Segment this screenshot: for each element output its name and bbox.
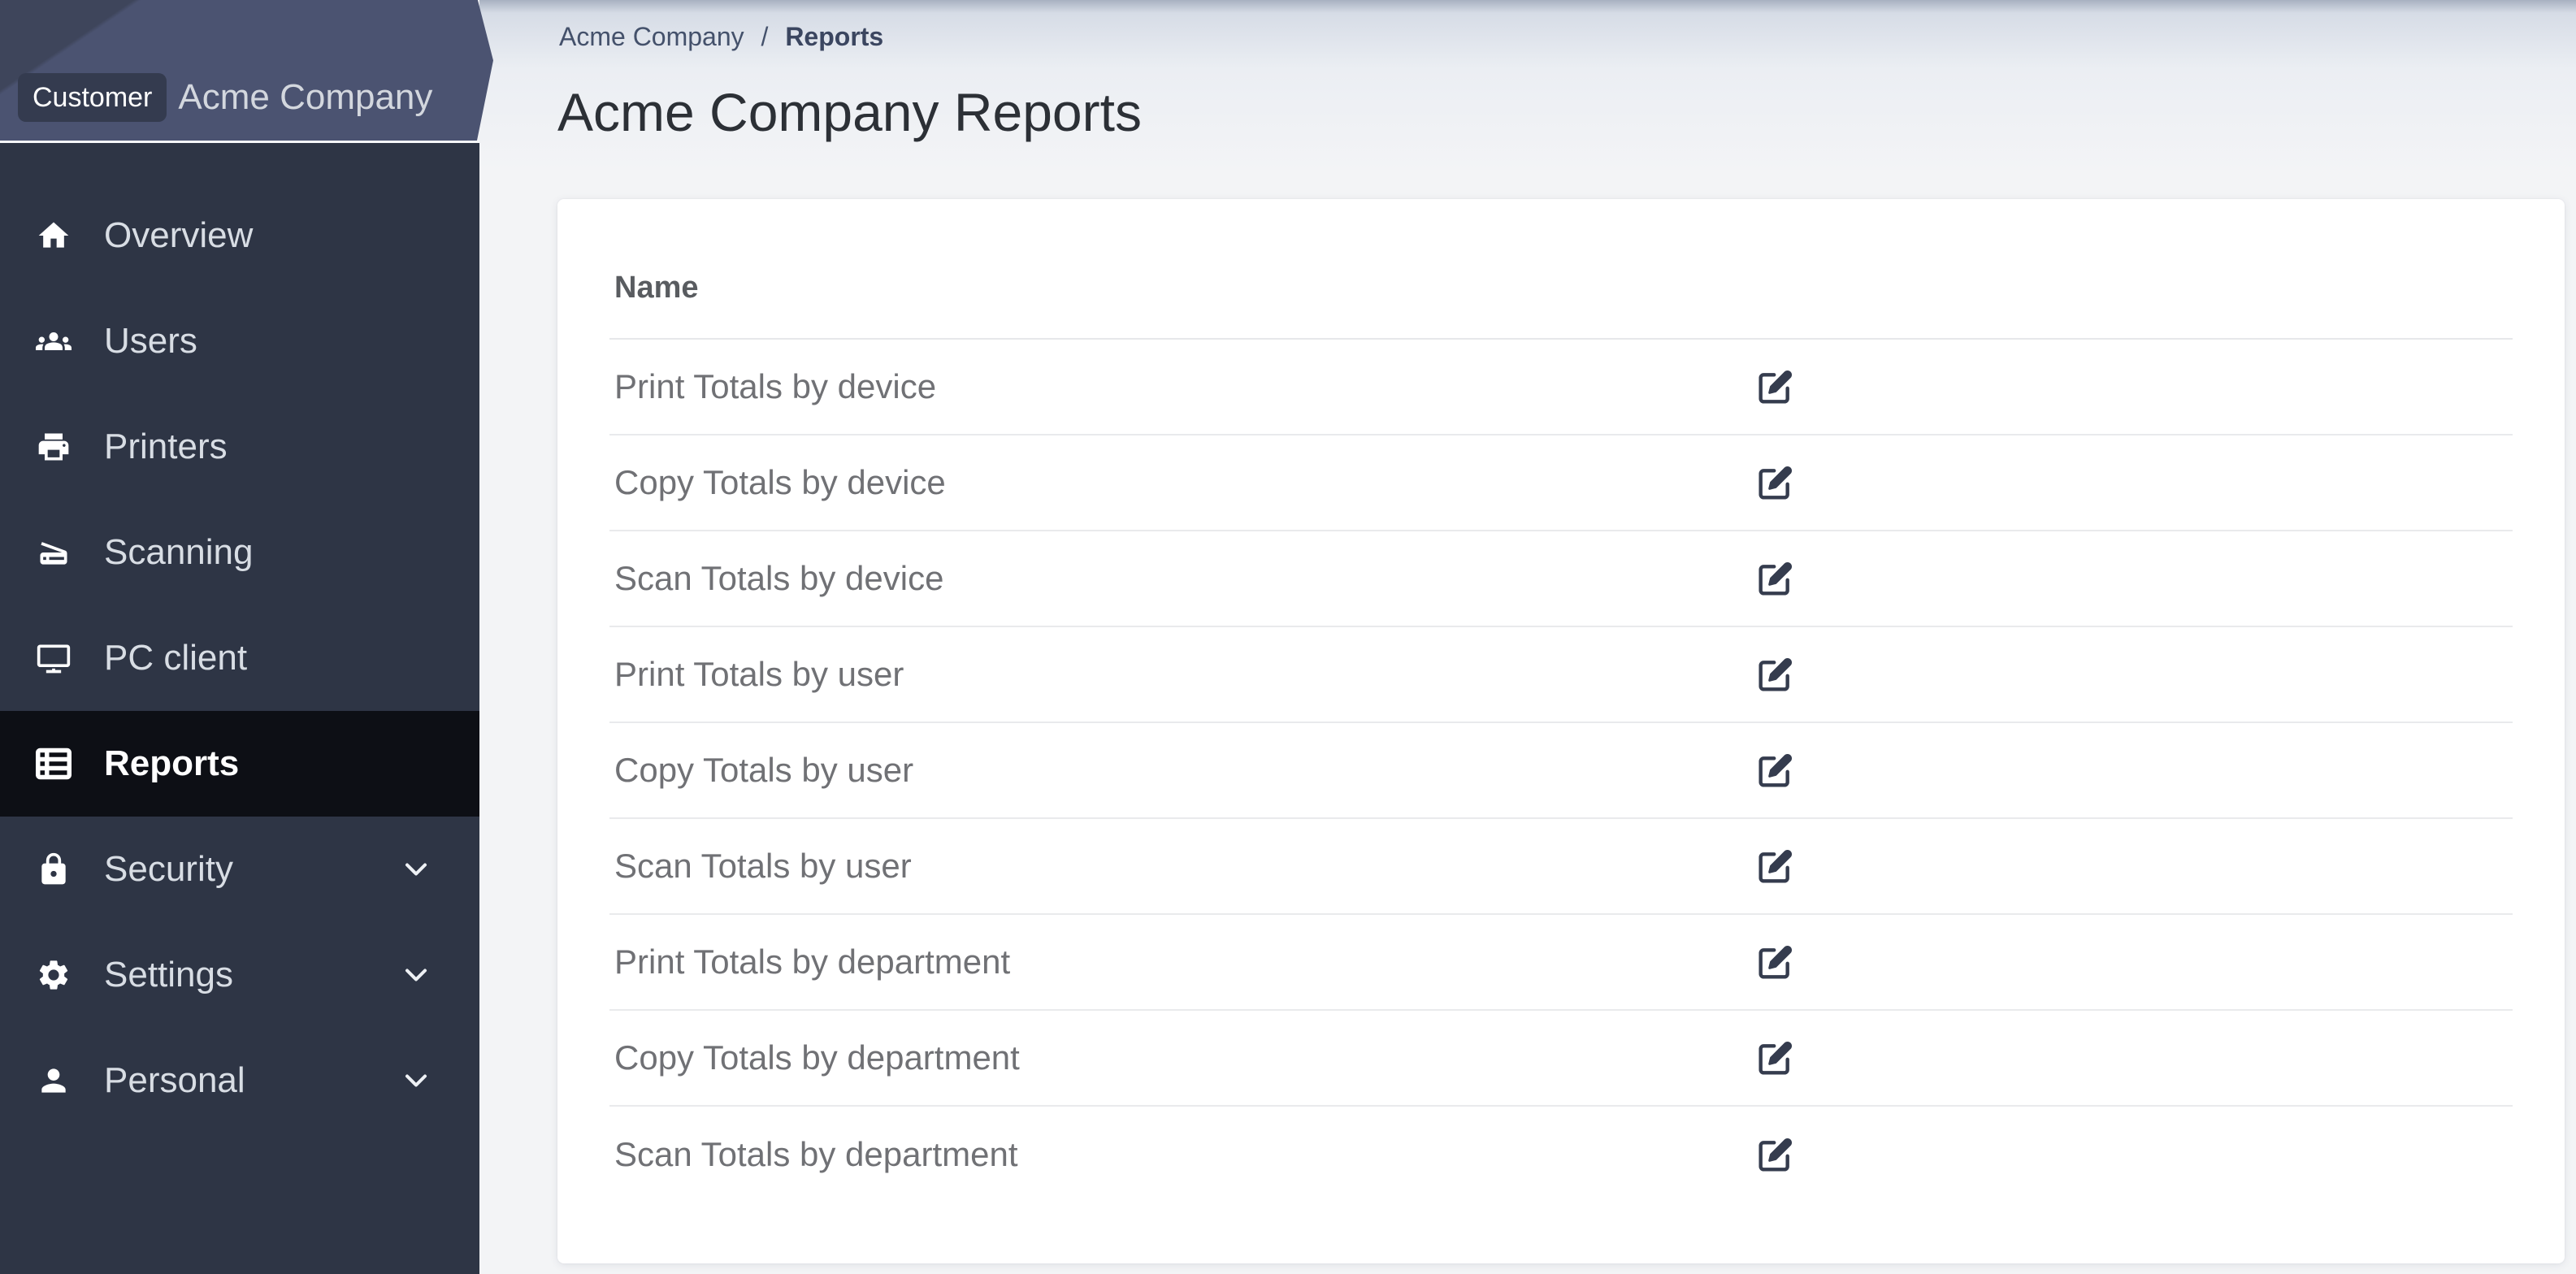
sidebar-item-label: Printers xyxy=(104,427,228,466)
table-row: Copy Totals by device xyxy=(609,436,2513,531)
sidebar-item-label: Security xyxy=(104,849,233,889)
sidebar-item-label: Users xyxy=(104,321,197,361)
breadcrumb: Acme Company / Reports xyxy=(559,20,883,54)
column-header-name: Name xyxy=(614,271,699,305)
edit-pen-square-icon xyxy=(1758,369,1793,405)
sidebar-item-overview[interactable]: Overview xyxy=(0,183,479,288)
app-root: Acme Company / Reports Acme Company Repo… xyxy=(0,0,2576,1274)
sidebar-item-label: Settings xyxy=(104,955,233,994)
customer-banner: Customer Acme Company xyxy=(0,0,493,141)
sidebar-item-security[interactable]: Security xyxy=(0,817,479,922)
person-icon xyxy=(36,1063,72,1098)
edit-report-button[interactable] xyxy=(1758,1137,1793,1172)
edit-report-button[interactable] xyxy=(1758,752,1793,788)
table-row: Print Totals by user xyxy=(609,627,2513,723)
edit-pen-square-icon xyxy=(1758,848,1793,884)
edit-report-button[interactable] xyxy=(1758,944,1793,980)
table-row: Print Totals by device xyxy=(609,340,2513,436)
edit-report-button[interactable] xyxy=(1758,848,1793,884)
sidebar-item-label: Personal xyxy=(104,1060,245,1100)
report-name: Scan Totals by user xyxy=(614,847,912,885)
sidebar-item-label: Scanning xyxy=(104,532,254,572)
table-row: Scan Totals by department xyxy=(609,1107,2513,1202)
report-name: Copy Totals by device xyxy=(614,463,946,501)
desktop-icon xyxy=(36,640,72,676)
report-name: Print Totals by department xyxy=(614,942,1011,981)
reports-table-body: Print Totals by device Copy Totals by dev… xyxy=(557,340,2565,1202)
breadcrumb-current: Reports xyxy=(785,22,884,51)
sidebar-item-printers[interactable]: Printers xyxy=(0,394,479,500)
customer-badge: Customer xyxy=(18,72,167,122)
edit-report-button[interactable] xyxy=(1758,465,1793,500)
table-row: Scan Totals by user xyxy=(609,819,2513,915)
edit-report-button[interactable] xyxy=(1758,369,1793,405)
edit-pen-square-icon xyxy=(1758,944,1793,980)
edit-pen-square-icon xyxy=(1758,561,1793,596)
gear-icon xyxy=(36,957,72,993)
report-name: Scan Totals by department xyxy=(614,1135,1018,1173)
chevron-down-icon[interactable] xyxy=(398,852,434,887)
sidebar: Overview Users Printers Scanning PC client Re… xyxy=(0,141,479,1274)
edit-pen-square-icon xyxy=(1758,465,1793,500)
customer-name: Acme Company xyxy=(178,76,433,117)
sidebar-item-label: Overview xyxy=(104,215,254,255)
edit-report-button[interactable] xyxy=(1758,561,1793,596)
report-name: Copy Totals by department xyxy=(614,1038,1020,1077)
home-icon xyxy=(36,218,72,254)
printer-icon xyxy=(36,429,72,465)
sidebar-item-personal[interactable]: Personal xyxy=(0,1028,479,1133)
table-row: Copy Totals by user xyxy=(609,723,2513,819)
report-name: Print Totals by device xyxy=(614,367,937,405)
table-row: Copy Totals by department xyxy=(609,1011,2513,1107)
edit-pen-square-icon xyxy=(1758,752,1793,788)
sidebar-item-label: PC client xyxy=(104,638,248,678)
chevron-down-icon[interactable] xyxy=(398,957,434,993)
table-row: Print Totals by department xyxy=(609,915,2513,1011)
table-header-row: Name xyxy=(609,199,2513,340)
report-list-icon xyxy=(36,746,72,782)
chevron-down-icon[interactable] xyxy=(398,1063,434,1098)
sidebar-item-label: Reports xyxy=(104,743,240,783)
edit-pen-square-icon xyxy=(1758,1137,1793,1172)
sidebar-item-pc-client[interactable]: PC client xyxy=(0,605,479,711)
edit-report-button[interactable] xyxy=(1758,656,1793,692)
scanner-icon xyxy=(36,535,72,570)
report-name: Scan Totals by device xyxy=(614,559,944,597)
report-name: Copy Totals by user xyxy=(614,751,914,789)
breadcrumb-separator: / xyxy=(761,22,769,51)
edit-pen-square-icon xyxy=(1758,1040,1793,1076)
sidebar-item-scanning[interactable]: Scanning xyxy=(0,500,479,605)
edit-pen-square-icon xyxy=(1758,656,1793,692)
breadcrumb-parent-link[interactable]: Acme Company xyxy=(559,22,744,51)
report-name: Print Totals by user xyxy=(614,655,904,693)
sidebar-item-users[interactable]: Users xyxy=(0,288,479,394)
reports-card: Name Print Totals by device Copy Totals b… xyxy=(557,199,2565,1263)
main-content: Acme Company / Reports Acme Company Repo… xyxy=(479,0,2576,1274)
sidebar-menu: Overview Users Printers Scanning PC client Re… xyxy=(0,143,479,1133)
table-row: Scan Totals by device xyxy=(609,531,2513,627)
users-group-icon xyxy=(36,323,72,359)
lock-icon xyxy=(36,852,72,887)
sidebar-item-settings[interactable]: Settings xyxy=(0,922,479,1028)
page-title: Acme Company Reports xyxy=(557,82,1142,142)
edit-report-button[interactable] xyxy=(1758,1040,1793,1076)
sidebar-item-reports[interactable]: Reports xyxy=(0,711,479,817)
